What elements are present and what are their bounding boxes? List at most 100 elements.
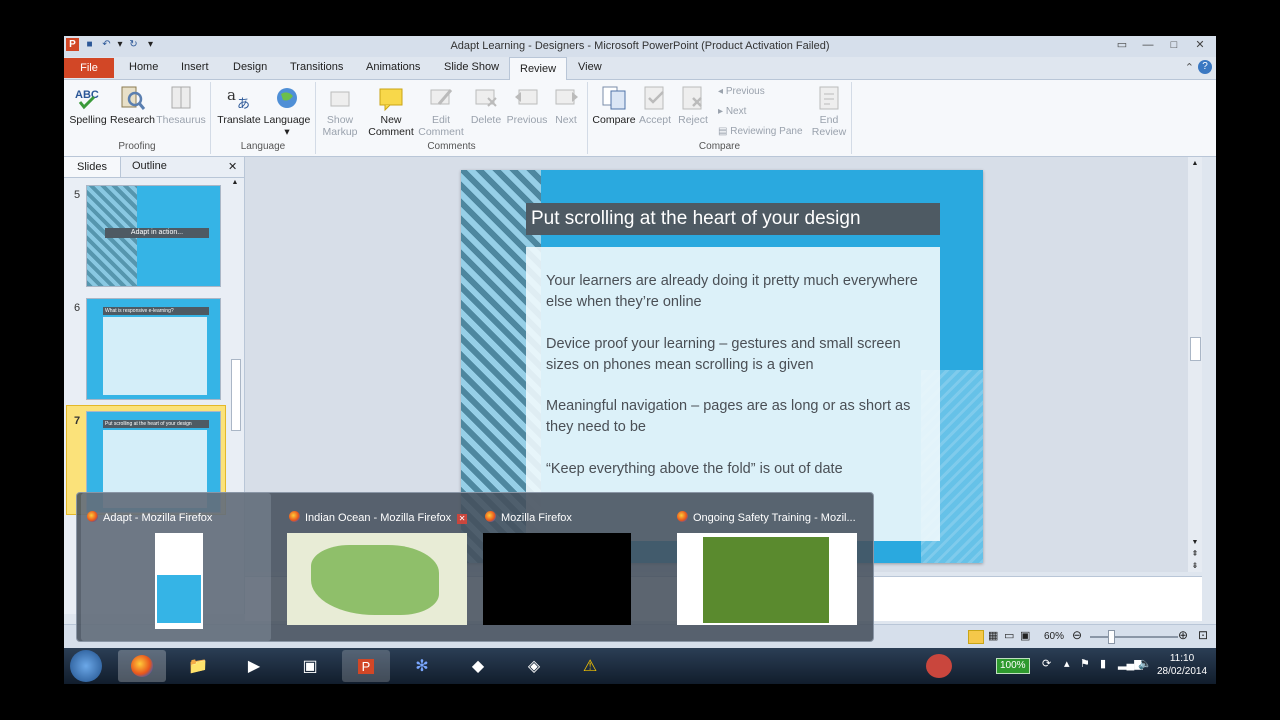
show-markup-button[interactable]: Show Markup [318, 84, 362, 138]
tray-sync-icon[interactable]: ⟳ [1042, 657, 1051, 670]
next-arrow-icon: ▸ [718, 106, 726, 117]
editing-vertical-scrollbar[interactable]: ▲ ▼ ⇞ ⇟ [1188, 157, 1202, 572]
slide-sorter-icon[interactable]: ▦ [988, 629, 998, 642]
taskbar-photo-viewer-icon[interactable]: ▣ [286, 650, 334, 682]
slide-thumbnail-5[interactable]: Adapt in action... [86, 185, 221, 287]
fit-to-window-icon[interactable]: ⊡ [1198, 628, 1208, 642]
tray-app-icon[interactable] [926, 654, 952, 678]
tab-view[interactable]: View [578, 61, 602, 73]
normal-view-icon[interactable] [968, 630, 984, 644]
edit-comment-button[interactable]: Edit Comment [416, 84, 466, 138]
close-pane-icon[interactable]: ✕ [228, 160, 237, 173]
tab-animations[interactable]: Animations [366, 61, 420, 73]
tab-design[interactable]: Design [233, 61, 267, 73]
tab-file[interactable]: File [64, 58, 114, 78]
slide-thumbnail-6[interactable]: What is responsive e-learning? [86, 298, 221, 400]
bullet-text: Device proof your learning – gestures an… [546, 336, 901, 373]
svg-text:あ: あ [237, 97, 250, 112]
scroll-up-icon[interactable]: ▲ [1188, 157, 1202, 167]
scroll-thumb[interactable] [231, 359, 241, 431]
thesaurus-button[interactable]: Thesaurus [156, 84, 206, 126]
maximize-button[interactable]: □ [1162, 38, 1186, 53]
peek-item-adapt[interactable]: Adapt - Mozilla Firefox [81, 493, 271, 641]
compare-previous-button[interactable]: ◂ Previous [718, 86, 765, 97]
minimize-ribbon-icon[interactable]: ⌃ [1185, 61, 1194, 74]
scroll-up-icon[interactable]: ▲ [230, 179, 240, 186]
reviewing-pane-button[interactable]: ▤ Reviewing Pane [718, 126, 803, 137]
compare-button[interactable]: Compare [592, 84, 636, 126]
action-center-flag-icon[interactable]: ⚑ [1080, 657, 1090, 670]
scroll-down-icon[interactable]: ▼ [1188, 539, 1202, 546]
taskbar-thumbnail-preview: Adapt - Mozilla Firefox Indian Ocean - M… [76, 492, 874, 642]
help-icon[interactable]: ? [1198, 60, 1212, 74]
zoom-out-icon[interactable]: ⊖ [1072, 628, 1082, 642]
previous-comment-button[interactable]: Previous [506, 84, 548, 126]
taskbar-explorer-icon[interactable]: 📁 [174, 650, 222, 682]
taskbar-firefox-icon[interactable] [118, 650, 166, 682]
peek-title: Ongoing Safety Training - Mozil... [693, 512, 856, 524]
power-icon[interactable]: ▮ [1100, 657, 1106, 670]
taskbar-app-icon[interactable]: ◆ [454, 650, 502, 682]
volume-icon[interactable]: 🔈 [1138, 657, 1152, 670]
slide-number: 7 [74, 415, 81, 427]
delete-comment-button[interactable]: Delete [466, 84, 506, 126]
peek-preview [483, 533, 631, 625]
bullet-text: Your learners are already doing it prett… [546, 273, 918, 310]
firefox-icon [677, 511, 688, 522]
tab-slide-show[interactable]: Slide Show [444, 61, 499, 73]
tab-home[interactable]: Home [129, 61, 158, 73]
previous-slide-icon[interactable]: ⇞ [1188, 549, 1202, 558]
reviewing-pane-icon: ▤ [718, 126, 731, 137]
tab-outline[interactable]: Outline [132, 160, 167, 172]
tab-review[interactable]: Review [509, 57, 568, 80]
tab-slides[interactable]: Slides [64, 157, 121, 177]
accept-button[interactable]: Accept [636, 84, 674, 126]
new-comment-button[interactable]: New Comment [366, 84, 416, 138]
reading-view-icon[interactable]: ▭ [1004, 629, 1014, 642]
peek-item-indian-ocean[interactable]: Indian Ocean - Mozilla Firefox ✕ [283, 493, 473, 641]
svg-text:ABC: ABC [75, 89, 99, 101]
spelling-button[interactable]: ABC Spelling [68, 84, 108, 126]
zoom-slider[interactable] [1090, 636, 1178, 638]
group-label-compare: Compare [698, 141, 741, 152]
scroll-thumb[interactable] [1190, 337, 1201, 361]
minimize-button[interactable]: — [1136, 38, 1160, 53]
reject-button[interactable]: Reject [674, 84, 712, 126]
restore-ribbon-icon[interactable]: ▭ [1110, 38, 1134, 53]
zoom-level[interactable]: 60% [1044, 631, 1064, 642]
zoom-in-icon[interactable]: ⊕ [1178, 628, 1188, 642]
new-comment-icon [379, 88, 403, 112]
taskbar-app-icon-2[interactable]: ◈ [510, 650, 558, 682]
next-slide-icon[interactable]: ⇟ [1188, 561, 1202, 570]
peek-item-firefox[interactable]: Mozilla Firefox [479, 493, 669, 641]
tab-transitions[interactable]: Transitions [290, 61, 343, 73]
next-comment-button[interactable]: Next [548, 84, 584, 126]
group-comments: Show Markup New Comment Edit Comment Delete… [316, 82, 588, 154]
start-button[interactable] [70, 650, 102, 682]
taskbar-powerpoint-icon[interactable]: P [342, 650, 390, 682]
thumb-caption: What is responsive e-learning? [103, 307, 209, 315]
delete-comment-icon [475, 89, 497, 107]
slide-title[interactable]: Put scrolling at the heart of your desig… [526, 203, 940, 235]
tab-insert[interactable]: Insert [181, 61, 209, 73]
previous-comment-icon [515, 89, 538, 105]
taskbar-snowflake-app-icon[interactable]: ✻ [398, 650, 446, 682]
translate-button[interactable]: aあ Translate [215, 84, 263, 126]
taskbar-media-player-icon[interactable]: ▶ [230, 650, 278, 682]
end-review-button[interactable]: End Review [810, 84, 848, 138]
slide-show-icon[interactable]: ▣ [1020, 629, 1030, 642]
peek-preview-content [157, 575, 201, 623]
zoom-slider-thumb[interactable] [1108, 630, 1115, 644]
taskbar-warning-icon[interactable]: ⚠ [566, 650, 614, 682]
show-hidden-icons-icon[interactable]: ▴ [1064, 657, 1070, 670]
thumb-caption: Put scrolling at the heart of your desig… [103, 420, 209, 428]
research-button[interactable]: Research [110, 84, 155, 126]
language-button[interactable]: Language ▾ [263, 84, 311, 138]
close-preview-icon[interactable]: ✕ [457, 514, 468, 524]
battery-indicator[interactable]: 100% [996, 658, 1030, 674]
peek-item-safety-training[interactable]: Ongoing Safety Training - Mozil... [671, 493, 861, 641]
group-language: aあ Translate Language ▾ Language [211, 82, 316, 154]
close-button[interactable]: ✕ [1188, 38, 1212, 53]
clock[interactable]: 11:10 28/02/2014 [1156, 652, 1208, 678]
compare-next-button[interactable]: ▸ Next [718, 106, 746, 117]
